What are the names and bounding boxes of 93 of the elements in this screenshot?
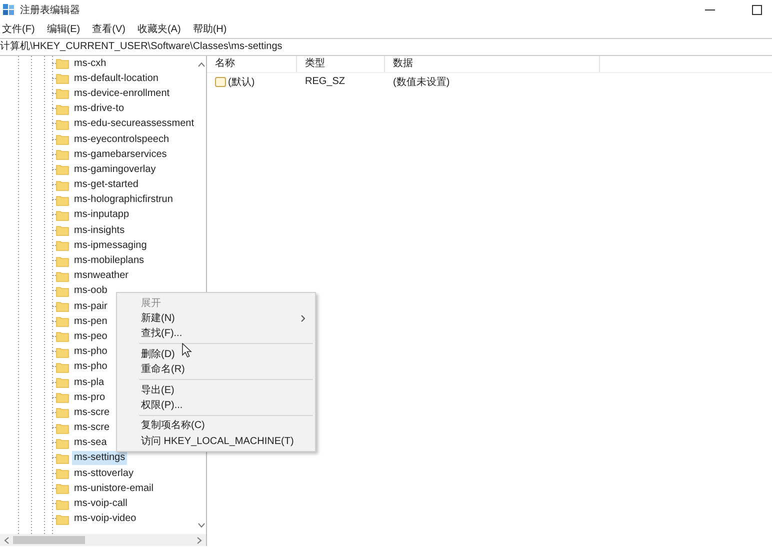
scrollbar-thumb[interactable] [13,536,85,544]
menu-item[interactable]: 查找(F)... [117,326,315,342]
tree-item[interactable]: ms-edu-secureassessment [72,117,196,132]
folder-icon [56,73,69,84]
menu-item[interactable]: 权限(P)... [117,397,315,413]
folder-icon [56,468,69,480]
tree-item[interactable]: ms-gamebarservices [72,148,169,162]
folder-icon [56,483,69,494]
tree-item[interactable]: ms-scre [72,421,112,436]
tree-item[interactable]: ms-cxh [72,56,108,71]
folder-icon [56,362,69,373]
tree-item[interactable]: ms-scre [72,406,112,420]
scroll-left-icon[interactable] [4,536,9,544]
tree-item[interactable]: ms-unistore-email [72,482,156,496]
menu-item[interactable]: 访问 HKEY_LOCAL_MACHINE(T) [117,433,315,449]
tree-item[interactable]: ms-get-started [72,178,140,192]
folder-icon [56,331,69,342]
tree-item[interactable]: ms-pla [72,376,106,390]
tree-item[interactable]: ms-pair [72,300,110,314]
registry-icon [3,4,15,16]
menu-item[interactable]: 编辑(E) [46,20,86,36]
scroll-up-icon[interactable] [198,62,204,67]
tree-item[interactable]: ms-sttoverlay [72,466,136,481]
tree-item[interactable]: ms-sea [72,436,109,450]
column-header[interactable]: 类型 [297,56,385,72]
tree-item[interactable]: ms-settings [72,451,128,466]
tree-item[interactable]: ms-pen [72,314,110,329]
folder-icon [56,58,69,70]
tree-item[interactable]: ms-oob [72,284,110,298]
tree-item[interactable]: ms-holographicfirstrun [72,193,175,208]
folder-icon [56,225,69,236]
folder-icon [56,301,69,312]
tree-item[interactable]: ms-inputapp [72,208,132,222]
menu-item[interactable]: 收藏夹(A) [136,20,186,36]
column-header[interactable]: 数据 [385,56,600,72]
folder-icon [56,149,69,160]
mouse-cursor-icon [182,343,192,358]
tree-item[interactable]: ms-pro [72,390,108,405]
folder-icon [56,422,69,434]
tree-item[interactable]: msnweather [72,269,130,284]
folder-icon [56,452,69,464]
folder-icon [56,346,69,358]
tree-item[interactable]: ms-gamingoverlay [72,162,158,177]
menu-item[interactable]: 文件(F) [1,20,40,36]
tree-item[interactable]: ms-eyecontrolspeech [72,132,172,147]
folder-icon [56,134,69,146]
folder-icon [56,438,69,449]
tree-item[interactable]: ms-ipmessaging [72,238,149,253]
folder-icon [56,210,69,221]
tree-item[interactable]: ms-insights [72,224,127,238]
menu-item[interactable]: 查看(V) [91,20,130,36]
tree-item[interactable]: ms-device-enrollment [72,86,172,101]
tree-item[interactable]: ms-drive-to [72,102,126,116]
column-header[interactable]: 名称 [207,56,297,72]
folder-icon [56,286,69,297]
folder-icon [56,194,69,206]
menu-item[interactable]: 重命名(R) [117,362,315,377]
tree-item[interactable]: ms-voip-video [72,512,138,526]
folder-icon [56,180,69,191]
folder-icon [56,514,69,525]
tree-item[interactable]: ms-default-location [72,72,160,86]
menu-item[interactable]: 删除(D) [117,346,315,362]
horizontal-scrollbar[interactable] [0,534,206,546]
folder-icon [56,316,69,328]
menu-item[interactable]: 复制项名称(C) [117,418,315,434]
folder-icon [56,377,69,388]
string-value-icon [215,76,226,86]
value-data: (数值未设置) [392,76,451,88]
scroll-down-icon[interactable] [198,523,204,528]
menu-item[interactable]: 导出(E) [117,382,315,398]
tree-item[interactable]: ms-voip-call [72,497,130,512]
window-title: 注册表编辑器 [20,4,80,16]
scroll-right-icon[interactable] [197,536,202,544]
menu-item[interactable]: 新建(N) [117,310,315,326]
folder-icon [56,164,69,176]
folder-icon [56,392,69,404]
tree-item[interactable]: ms-pho [72,360,110,374]
folder-icon [56,88,69,100]
folder-icon [56,407,69,418]
folder-icon [56,118,69,130]
maximize-icon[interactable] [752,4,762,14]
folder-icon [56,104,69,115]
tree-item[interactable]: ms-peo [72,330,110,344]
value-name[interactable]: (默认) [228,74,255,88]
tree-item[interactable]: ms-mobileplans [72,254,146,268]
folder-icon [56,270,69,282]
folder-icon [56,256,69,267]
value-type: REG_SZ [304,76,346,87]
tree-item[interactable]: ms-pho [72,345,110,360]
menu-item[interactable]: 帮助(H) [192,20,232,36]
folder-icon [56,498,69,510]
address-bar[interactable]: 计算机\HKEY_CURRENT_USER\Software\Classes\ms-settings [0,38,772,56]
folder-icon [56,240,69,252]
